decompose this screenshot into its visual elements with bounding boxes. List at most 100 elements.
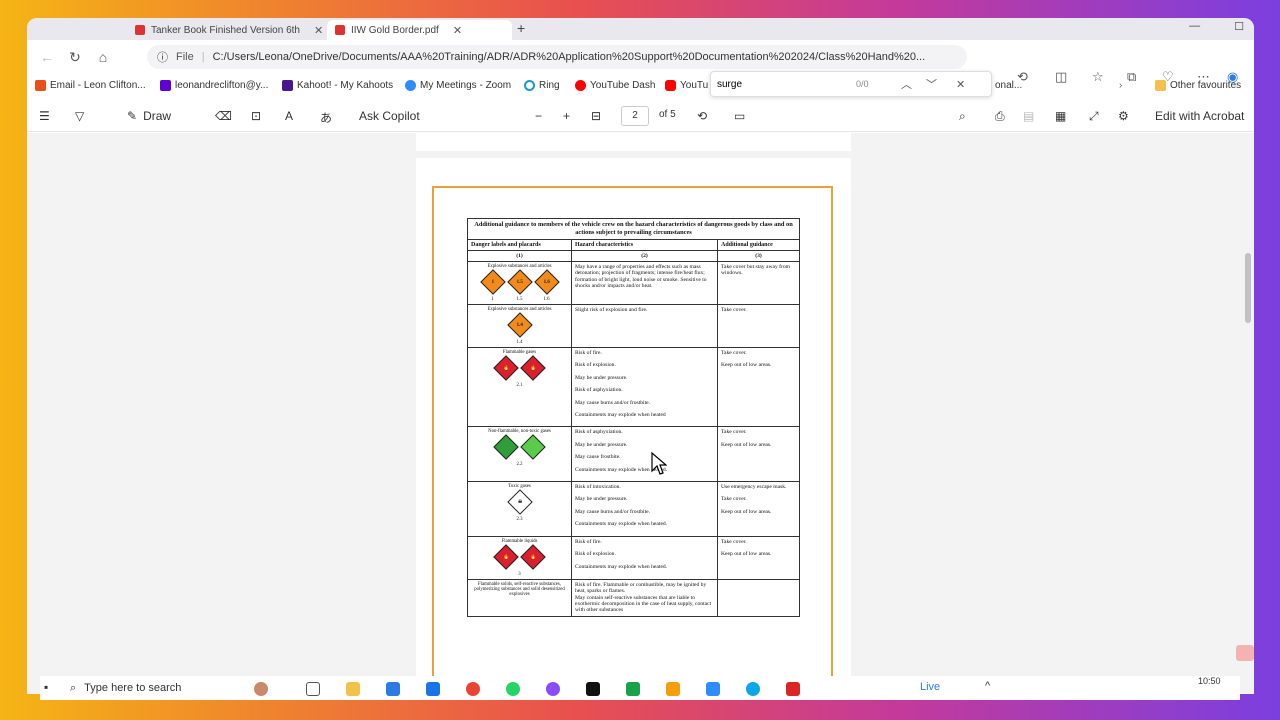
yahoo-icon (160, 80, 171, 91)
fav-kahoot[interactable]: Kahoot! - My Kahoots (282, 80, 393, 91)
messenger-icon[interactable] (546, 682, 560, 696)
microsoft-icon (35, 80, 46, 91)
zoom-icon[interactable] (706, 682, 720, 696)
ask-copilot-button[interactable]: Ask Copilot (359, 109, 420, 123)
chevron-up-icon[interactable]: ︿ (901, 76, 912, 92)
table-row: Explosive substances and articles 1 1 1.5 1.… (467, 261, 800, 305)
avatar[interactable] (254, 682, 268, 696)
file-explorer-icon[interactable] (346, 682, 360, 696)
tab-iiw-gold-border[interactable]: IIW Gold Border.pdf ✕ (327, 20, 512, 40)
save-as-icon[interactable]: ▦ (1055, 109, 1066, 123)
placard: 🔥 (493, 543, 519, 570)
pdf-icon (335, 25, 345, 35)
pdf-viewer[interactable]: Additional guidance to members of the ve… (27, 133, 1243, 694)
settings-icon[interactable]: ⚙ (1118, 109, 1129, 123)
label-cell: Non-flammable, non-toxic gases 2.2 (467, 426, 572, 483)
draw-button[interactable]: ✎ Draw (127, 109, 171, 123)
fav-youtube[interactable]: YouTu (665, 80, 708, 91)
fav-zoom[interactable]: My Meetings - Zoom (405, 80, 511, 91)
tiktok-icon[interactable] (586, 682, 600, 696)
back-icon[interactable]: ← (33, 49, 61, 65)
new-tab-icon[interactable]: + (517, 20, 525, 36)
browser-window: Tanker Book Finished Version 6th ✕ IIW G… (27, 18, 1254, 694)
hazard-text: May be under pressure. (575, 496, 628, 503)
guidance-text: Keep out of low areas. (721, 551, 772, 558)
hazard-diamond-icon: ☠ (506, 489, 533, 515)
fav-email[interactable]: Email - Leon Clifton... (35, 80, 146, 91)
refresh-icon[interactable]: ↻ (61, 49, 89, 66)
weather-live[interactable]: Live (920, 681, 940, 693)
zoom-in-icon[interactable]: + (563, 109, 570, 123)
page-number-input[interactable]: 2 (621, 106, 649, 126)
placard-text: ☠ (517, 500, 522, 506)
mail-icon[interactable] (426, 682, 440, 696)
label-cell: Explosive substances and articles 1 1 1.5 1.… (467, 261, 572, 305)
search-icon[interactable]: ⌕ (959, 109, 966, 124)
taskbar: ▪ ⌕ Type here to search Live ^ 10:50 (40, 676, 1240, 700)
col-number: (2) (571, 250, 718, 262)
hazard-text: Slight risk of explosion and fire. (575, 307, 648, 313)
tab-tanker-book[interactable]: Tanker Book Finished Version 6th ✕ (127, 20, 331, 40)
eraser-icon[interactable]: ⌫ (215, 109, 232, 123)
window-controls: — ☐ (1189, 20, 1244, 33)
scroll-thumb[interactable] (1245, 253, 1251, 323)
read-aloud-icon[interactable]: A (285, 109, 293, 123)
edit-with-acrobat-button[interactable]: Edit with Acrobat (1155, 109, 1244, 123)
chrome-icon[interactable] (466, 682, 480, 696)
close-icon[interactable]: ✕ (453, 24, 462, 37)
app-icon[interactable] (666, 682, 680, 696)
windows-start-icon[interactable]: ▪ (44, 680, 48, 694)
chevron-right-icon[interactable]: › (1119, 80, 1122, 91)
hazard-diamond-icon: 🔥 (520, 355, 546, 381)
address-input[interactable]: ⓘ File | C:/Users/Leona/OneDrive/Documen… (147, 45, 967, 69)
fav-other[interactable]: Other favourites (1155, 80, 1241, 91)
folder-icon (1155, 80, 1166, 91)
close-icon[interactable]: ✕ (314, 24, 323, 37)
clock[interactable]: 10:50 (1198, 676, 1221, 686)
whatsapp-icon[interactable] (506, 682, 520, 696)
rotate-icon[interactable]: ⟲ (697, 109, 707, 123)
hazard-cell: Risk of fire. Flammable or combustible, … (571, 578, 718, 617)
fav-yahoo[interactable]: leonandreclifton@y... (160, 80, 268, 91)
chevron-down-icon[interactable]: ﹀ (926, 76, 937, 92)
header-hazard: Hazard characteristics (571, 239, 718, 251)
placard: 🔥 (520, 355, 546, 381)
placard-text: 🔥 (529, 365, 537, 371)
find-input[interactable]: surge (717, 79, 742, 90)
class-label: Flammable liquids (501, 538, 538, 544)
contents-icon[interactable]: ☰ (39, 109, 50, 123)
task-view-icon[interactable] (306, 682, 320, 696)
hazard-text: Risk of fire. (575, 538, 602, 545)
placard-text: 1.6 (543, 279, 550, 285)
home-icon[interactable]: ⌂ (89, 49, 117, 65)
fav-overflow[interactable]: onal... (995, 80, 1022, 91)
translate-icon[interactable]: あ (320, 109, 332, 126)
store-icon[interactable] (386, 682, 400, 696)
acrobat-icon[interactable] (1236, 645, 1254, 661)
fav-ring[interactable]: Ring (524, 80, 560, 91)
table-row: Toxic gases ☠ 2.3 Risk of intoxication. May … (467, 481, 800, 537)
acrobat-icon[interactable] (786, 682, 800, 696)
print-icon[interactable]: ⎙ (995, 109, 1005, 124)
edge-icon[interactable] (746, 682, 760, 696)
save-icon[interactable]: ▤ (1023, 109, 1034, 123)
fav-youtube-dash[interactable]: YouTube Dash (575, 80, 655, 91)
page-view-icon[interactable]: ▭ (734, 109, 745, 123)
minimize-icon[interactable]: — (1189, 20, 1200, 33)
maximize-icon[interactable]: ☐ (1234, 20, 1244, 33)
tab-title: IIW Gold Border.pdf (351, 24, 439, 36)
chevron-up-icon[interactable]: ^ (985, 680, 990, 692)
excel-icon[interactable] (626, 682, 640, 696)
hazard-text: Risk of explosion. (575, 551, 616, 558)
hazard-diamond-icon: 1.4 (506, 312, 533, 338)
text-box-icon[interactable]: ⊡ (251, 109, 261, 123)
taskbar-search[interactable]: ⌕ Type here to search (70, 680, 270, 696)
fit-page-icon[interactable]: ⊟ (591, 109, 601, 123)
guidance-cell: Take cover. Keep out of low areas. (717, 535, 800, 580)
zoom-out-icon[interactable]: − (535, 109, 542, 123)
highlight-icon[interactable]: ▽ (75, 109, 84, 123)
fullscreen-icon[interactable]: ⤢ (1089, 109, 1099, 124)
placard-text: 🔥 (502, 365, 510, 371)
close-icon[interactable]: ✕ (956, 78, 965, 91)
scrollbar[interactable] (1243, 133, 1254, 694)
